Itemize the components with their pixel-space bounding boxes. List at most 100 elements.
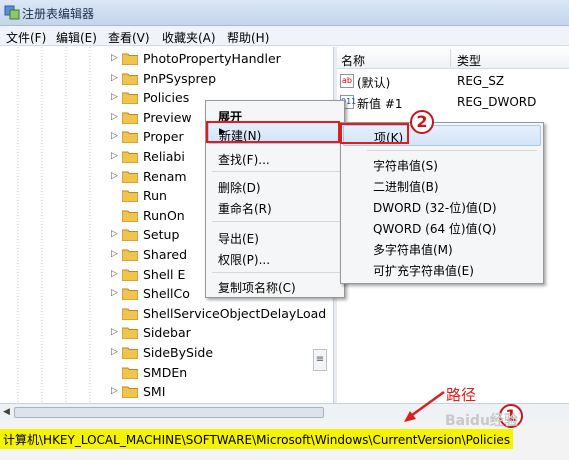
folder-icon — [122, 249, 138, 261]
folder-icon — [122, 269, 138, 281]
tree-item-label: ShellServiceObjectDelayLoad — [143, 305, 327, 321]
tree-scroll-handle[interactable]: ≡ — [313, 349, 327, 371]
menu-separator — [212, 272, 340, 273]
tree-item-label: Policies — [143, 90, 190, 106]
folder-icon — [122, 112, 138, 124]
tree-item-label: Sidebar — [143, 325, 191, 341]
column-header-name[interactable]: 名称 — [341, 52, 365, 69]
tree-item-label: Shared — [143, 247, 188, 262]
expand-arrow-icon[interactable]: ▷ — [111, 229, 118, 239]
menu-separator — [212, 221, 340, 222]
expand-arrow-icon[interactable]: ▷ — [111, 171, 118, 181]
menu-view[interactable]: 查看(V) — [108, 29, 150, 46]
menu-item-find[interactable]: 查找(F)... — [208, 147, 342, 169]
submenu-item-string-value[interactable]: 字符串值(S) — [343, 154, 541, 175]
value-name: 新值 #1 — [357, 97, 403, 111]
annotation-step-2: 2 — [410, 110, 434, 134]
annotation-highlight-new — [206, 121, 340, 143]
annotation-arrow-icon — [404, 390, 445, 422]
tree-item[interactable]: ▷ Sidebar — [0, 323, 333, 343]
menu-separator — [212, 171, 340, 172]
menu-help[interactable]: 帮助(H) — [227, 29, 269, 46]
menu-item-rename[interactable]: 重命名(R) — [208, 196, 342, 218]
expand-arrow-icon[interactable]: ▷ — [111, 131, 118, 141]
tree-item[interactable]: ShellServiceObjectDelayLoad — [0, 304, 333, 324]
folder-icon — [122, 229, 138, 242]
expand-arrow-icon[interactable]: ▷ — [111, 347, 118, 357]
column-divider[interactable] — [450, 49, 451, 67]
menu-edit[interactable]: 编辑(E) — [56, 29, 97, 46]
column-header-type[interactable]: 类型 — [457, 52, 481, 69]
tree-item[interactable]: ▷ SideBySide — [0, 343, 333, 363]
list-header: 名称 类型 — [337, 47, 569, 69]
value-row-default[interactable]: ab (默认) REG_SZ — [337, 71, 569, 91]
tree-item-label: ShellCo — [143, 286, 190, 302]
tree-item-label: PnPSysprep — [143, 70, 217, 86]
expand-arrow-icon[interactable]: ▷ — [111, 269, 118, 279]
tree-item-label: SMDEn — [143, 364, 188, 380]
menu-separator — [367, 150, 537, 151]
tree-item-label: SMI — [143, 384, 166, 400]
string-value-icon: ab — [340, 74, 354, 88]
menu-item-export[interactable]: 导出(E) — [208, 226, 342, 248]
tree-item[interactable]: SMDEn — [0, 363, 333, 383]
folder-icon — [122, 171, 138, 183]
annotation-highlight-key — [340, 123, 409, 144]
submenu-item-qword-value[interactable]: QWORD (64 位)值(Q) — [343, 217, 541, 238]
submenu-item-expandable-string-value[interactable]: 可扩充字符串值(E) — [343, 259, 541, 280]
tree-item[interactable]: ▷ SMI — [0, 382, 333, 402]
registry-path: 计算机\HKEY_LOCAL_MACHINE\SOFTWARE\Microsof… — [0, 429, 514, 449]
menu-file[interactable]: 文件(F) — [6, 29, 46, 46]
expand-arrow-icon[interactable]: ▷ — [111, 386, 118, 396]
expand-arrow-icon[interactable]: ▷ — [111, 151, 118, 161]
expand-arrow-icon[interactable]: ▷ — [111, 327, 118, 337]
expand-arrow-icon[interactable]: ▷ — [111, 288, 118, 298]
expand-arrow-icon[interactable]: ▷ — [111, 73, 118, 83]
scrollbar-thumb[interactable] — [14, 407, 324, 418]
folder-icon — [122, 190, 138, 203]
expand-arrow-icon[interactable]: ▷ — [111, 112, 118, 122]
value-type: REG_DWORD — [457, 95, 537, 109]
menu-favorites[interactable]: 收藏夹(A) — [162, 29, 216, 46]
tree-item-label: Run — [143, 188, 167, 204]
submenu-item-dword-value[interactable]: DWORD (32-位)值(D) — [343, 196, 541, 217]
registry-editor-window: 注册表编辑器 文件(F) 编辑(E) 查看(V) 收藏夹(A) 帮助(H) ▷ … — [0, 0, 569, 460]
value-row-new[interactable]: 011 新值 #1 REG_DWORD — [337, 92, 569, 112]
expand-arrow-icon[interactable]: ▷ — [111, 53, 118, 63]
tree-item-label: Setup — [143, 227, 180, 243]
annotation-path-label: 路径 — [446, 386, 477, 404]
menu-item-copy-key-name[interactable]: 复制项名称(C) — [208, 275, 342, 297]
menu-item-delete[interactable]: 删除(D) — [208, 175, 342, 197]
tree-item-label: RunOn — [143, 207, 185, 223]
tree-item-label: Reliabi — [143, 149, 185, 164]
window-title: 注册表编辑器 — [22, 7, 95, 21]
tree-item-label: Proper — [143, 129, 184, 145]
tree-item-label: PhotoPropertyHandler — [143, 51, 281, 66]
tree-item-label: Renam — [143, 168, 187, 184]
menu-bar: 文件(F) 编辑(E) 查看(V) 收藏夹(A) 帮助(H) — [0, 26, 569, 46]
folder-icon — [122, 327, 138, 340]
folder-icon — [122, 92, 138, 105]
folder-icon — [122, 386, 138, 399]
submenu-item-binary-value[interactable]: 二进制值(B) — [343, 175, 541, 196]
tree-item[interactable]: ▷ PhotoPropertyHandler — [0, 49, 333, 69]
tree-item-label: Preview — [143, 109, 192, 125]
folder-icon — [122, 151, 138, 163]
folder-icon — [122, 73, 138, 85]
submenu-item-multi-string-value[interactable]: 多字符串值(M) — [343, 238, 541, 259]
folder-icon — [122, 347, 138, 359]
new-submenu: 项(K) 字符串值(S) 二进制值(B) DWORD (32-位)值(D) QW… — [340, 122, 544, 284]
expand-arrow-icon[interactable]: ▷ — [111, 249, 118, 259]
tree-item-label: Shell E — [143, 266, 186, 282]
tree-item[interactable]: ▷ PnPSysprep — [0, 69, 333, 89]
title-bar: 注册表编辑器 — [0, 0, 569, 26]
regedit-icon — [4, 5, 20, 20]
menu-item-permissions[interactable]: 权限(P)... — [208, 247, 342, 269]
folder-icon — [122, 53, 138, 65]
expand-arrow-icon[interactable]: ▷ — [111, 92, 118, 102]
tree-item-label: SideBySide — [143, 345, 214, 360]
folder-icon — [122, 210, 138, 222]
folder-icon — [122, 131, 138, 144]
scroll-left-icon[interactable]: ◀ — [3, 407, 10, 417]
watermark-logo: Baidu经验 — [445, 413, 518, 429]
